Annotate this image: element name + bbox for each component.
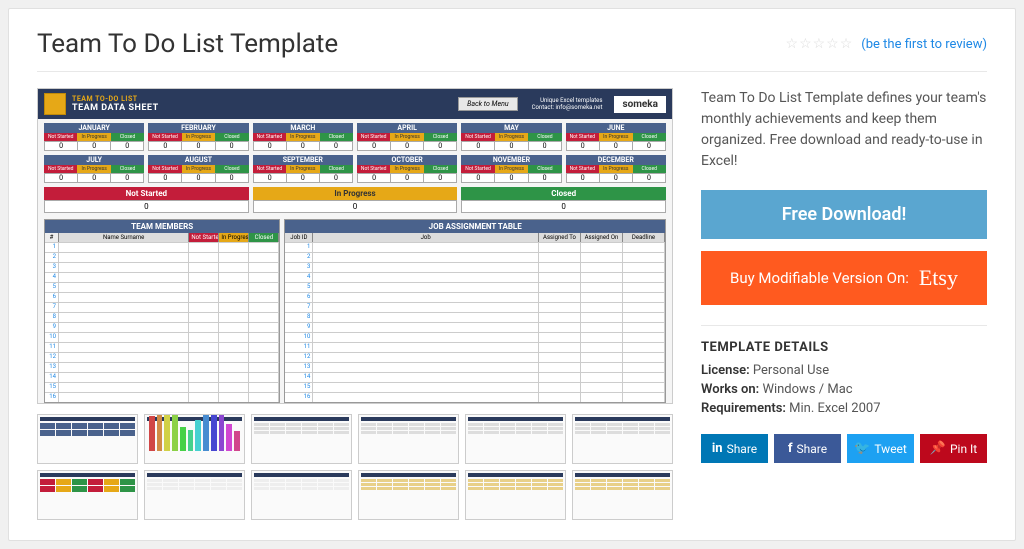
product-card: Team To Do List Template ☆☆☆☆☆ (be the f… <box>8 8 1016 541</box>
social-buttons: inShare fShare 🐦Tweet 📌Pin It <box>701 434 987 463</box>
brand-logo: someka <box>614 96 666 113</box>
thumbnail[interactable] <box>144 414 245 464</box>
table-row: 6 <box>45 292 279 302</box>
jobs-table: JOB ASSIGNMENT TABLE Job ID Job Assigned… <box>284 219 666 403</box>
facebook-icon: f <box>788 441 793 456</box>
description: Team To Do List Template defines your te… <box>701 88 987 172</box>
table-row: 9 <box>285 322 665 332</box>
table-row: 14 <box>285 372 665 382</box>
table-row: 5 <box>285 282 665 292</box>
members-table: TEAM MEMBERS # Name Surname Not Started … <box>44 219 280 403</box>
table-row: 3 <box>285 262 665 272</box>
template-details: TEMPLATE DETAILS License: Personal Use W… <box>701 325 987 416</box>
table-row: 12 <box>285 352 665 362</box>
review-link[interactable]: (be the first to review) <box>861 37 987 52</box>
thumbnail[interactable] <box>572 414 673 464</box>
facebook-share-button[interactable]: fShare <box>774 434 841 463</box>
table-row: 2 <box>45 252 279 262</box>
header: Team To Do List Template ☆☆☆☆☆ (be the f… <box>37 29 987 72</box>
sheet-meta: Unique Excel templates Contact: info@som… <box>532 97 603 111</box>
twitter-tweet-button[interactable]: 🐦Tweet <box>847 434 914 463</box>
table-row: 12 <box>45 352 279 362</box>
table-row: 2 <box>285 252 665 262</box>
table-row: 3 <box>45 262 279 272</box>
month-block: MARCHNot StartedIn ProgressClosed000 <box>253 123 353 151</box>
stars-icon: ☆☆☆☆☆ <box>786 36 854 52</box>
thumbnail[interactable] <box>358 470 459 520</box>
table-row: 4 <box>285 272 665 282</box>
table-row: 7 <box>45 302 279 312</box>
table-row: 1 <box>285 242 665 252</box>
buy-button[interactable]: Buy Modifiable Version On: Etsy <box>701 251 987 305</box>
months-grid: JANUARYNot StartedIn ProgressClosed000FE… <box>38 119 672 185</box>
table-row: 13 <box>285 362 665 372</box>
back-button: Back to Menu <box>458 97 517 111</box>
sheet-header: TEAM TO-DO LIST TEAM DATA SHEET Back to … <box>38 89 672 119</box>
table-row: 10 <box>285 332 665 342</box>
table-row: 4 <box>45 272 279 282</box>
preview-inner: TEAM TO-DO LIST TEAM DATA SHEET Back to … <box>38 89 672 403</box>
thumbnail[interactable] <box>37 414 138 464</box>
thumbnails <box>37 414 673 520</box>
month-block: AUGUSTNot StartedIn ProgressClosed000 <box>148 155 248 183</box>
month-block: JANUARYNot StartedIn ProgressClosed000 <box>44 123 144 151</box>
table-row: 5 <box>45 282 279 292</box>
month-block: SEPTEMBERNot StartedIn ProgressClosed000 <box>253 155 353 183</box>
right-column: Team To Do List Template defines your te… <box>701 88 987 520</box>
table-row: 10 <box>45 332 279 342</box>
etsy-logo: Etsy <box>919 265 958 291</box>
download-button[interactable]: Free Download! <box>701 190 987 239</box>
month-block: JULYNot StartedIn ProgressClosed000 <box>44 155 144 183</box>
table-row: 6 <box>285 292 665 302</box>
table-row: 8 <box>285 312 665 322</box>
thumbnail[interactable] <box>358 414 459 464</box>
twitter-icon: 🐦 <box>854 441 870 456</box>
table-row: 7 <box>285 302 665 312</box>
month-block: APRILNot StartedIn ProgressClosed000 <box>357 123 457 151</box>
thumbnail[interactable] <box>572 470 673 520</box>
left-column: TEAM TO-DO LIST TEAM DATA SHEET Back to … <box>37 88 673 520</box>
detail-requirements: Requirements: Min. Excel 2007 <box>701 401 987 416</box>
thumbnail[interactable] <box>465 470 566 520</box>
month-block: FEBRUARYNot StartedIn ProgressClosed000 <box>148 123 248 151</box>
preview-image[interactable]: TEAM TO-DO LIST TEAM DATA SHEET Back to … <box>37 88 673 404</box>
table-row: 11 <box>285 342 665 352</box>
table-row: 11 <box>45 342 279 352</box>
table-row: 16 <box>285 392 665 402</box>
table-row: 1 <box>45 242 279 252</box>
tables: TEAM MEMBERS # Name Surname Not Started … <box>38 219 672 404</box>
table-row: 15 <box>285 382 665 392</box>
rating: ☆☆☆☆☆ (be the first to review) <box>786 36 987 52</box>
thumbnail[interactable] <box>144 470 245 520</box>
page-title: Team To Do List Template <box>37 29 338 59</box>
thumbnail[interactable] <box>251 470 352 520</box>
table-row: 15 <box>45 382 279 392</box>
thumbnail[interactable] <box>251 414 352 464</box>
sheet-title: TEAM DATA SHEET <box>72 103 452 113</box>
pinterest-icon: 📌 <box>930 441 946 456</box>
detail-license: License: Personal Use <box>701 363 987 378</box>
table-row: 8 <box>45 312 279 322</box>
month-block: DECEMBERNot StartedIn ProgressClosed000 <box>566 155 666 183</box>
table-row: 9 <box>45 322 279 332</box>
sheet-logo-icon <box>44 93 66 115</box>
month-block: NOVEMBERNot StartedIn ProgressClosed000 <box>461 155 561 183</box>
summary-row: Not Started0 In Progress0 Closed0 <box>38 185 672 219</box>
linkedin-icon: in <box>712 441 723 456</box>
month-block: OCTOBERNot StartedIn ProgressClosed000 <box>357 155 457 183</box>
pinterest-pin-button[interactable]: 📌Pin It <box>920 434 987 463</box>
thumbnail[interactable] <box>465 414 566 464</box>
thumbnail[interactable] <box>37 470 138 520</box>
sheet-subtitle: TEAM TO-DO LIST <box>72 95 452 103</box>
month-block: JUNENot StartedIn ProgressClosed000 <box>566 123 666 151</box>
table-row: 14 <box>45 372 279 382</box>
detail-works: Works on: Windows / Mac <box>701 382 987 397</box>
linkedin-share-button[interactable]: inShare <box>701 434 768 463</box>
month-block: MAYNot StartedIn ProgressClosed000 <box>461 123 561 151</box>
details-heading: TEMPLATE DETAILS <box>701 340 987 355</box>
table-row: 13 <box>45 362 279 372</box>
table-row: 16 <box>45 392 279 402</box>
content: TEAM TO-DO LIST TEAM DATA SHEET Back to … <box>37 88 987 520</box>
